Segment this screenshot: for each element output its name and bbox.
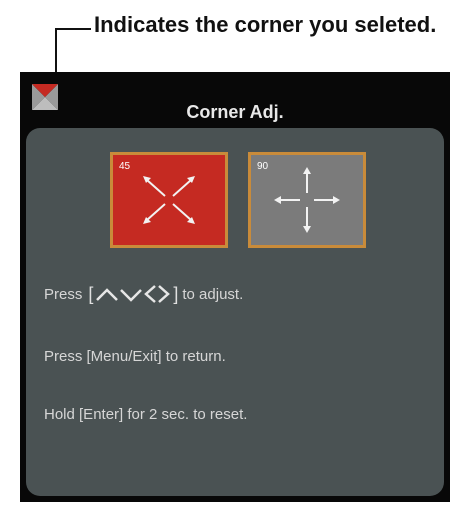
- angle-45-box[interactable]: 45: [110, 152, 228, 248]
- angle-90-box[interactable]: 90: [248, 152, 366, 248]
- osd-title: Corner Adj.: [186, 102, 284, 122]
- adjust-suffix: to adjust.: [182, 285, 244, 303]
- instruction-adjust: Press [ ] to adjust.: [44, 284, 243, 304]
- bracket-open: [: [88, 284, 94, 304]
- osd-panel: 45 90 Press [] to adjust. Press [Menu/E…: [26, 128, 444, 496]
- down-arrow-icon: [120, 289, 143, 302]
- callout-line-horizontal: [55, 28, 91, 30]
- diagonal-arrows-icon: [143, 176, 195, 224]
- up-arrow-icon: [96, 288, 119, 301]
- adjust-prefix: Press: [44, 285, 83, 303]
- bracket-close: ]: [173, 284, 179, 304]
- instruction-reset: Hold [Enter] for 2 sec. to reset.: [44, 406, 248, 423]
- direction-keys: [95, 284, 171, 304]
- left-arrow-icon: [144, 285, 157, 303]
- instruction-return: Press [Menu/Exit] to return.: [44, 348, 226, 365]
- cross-arrows-icon: [274, 167, 340, 233]
- callout-text: Indicates the corner you seleted.: [94, 12, 437, 37]
- right-arrow-icon: [158, 285, 171, 303]
- osd-window: Corner Adj. 45 90 Press [] to adjust. P…: [20, 72, 450, 502]
